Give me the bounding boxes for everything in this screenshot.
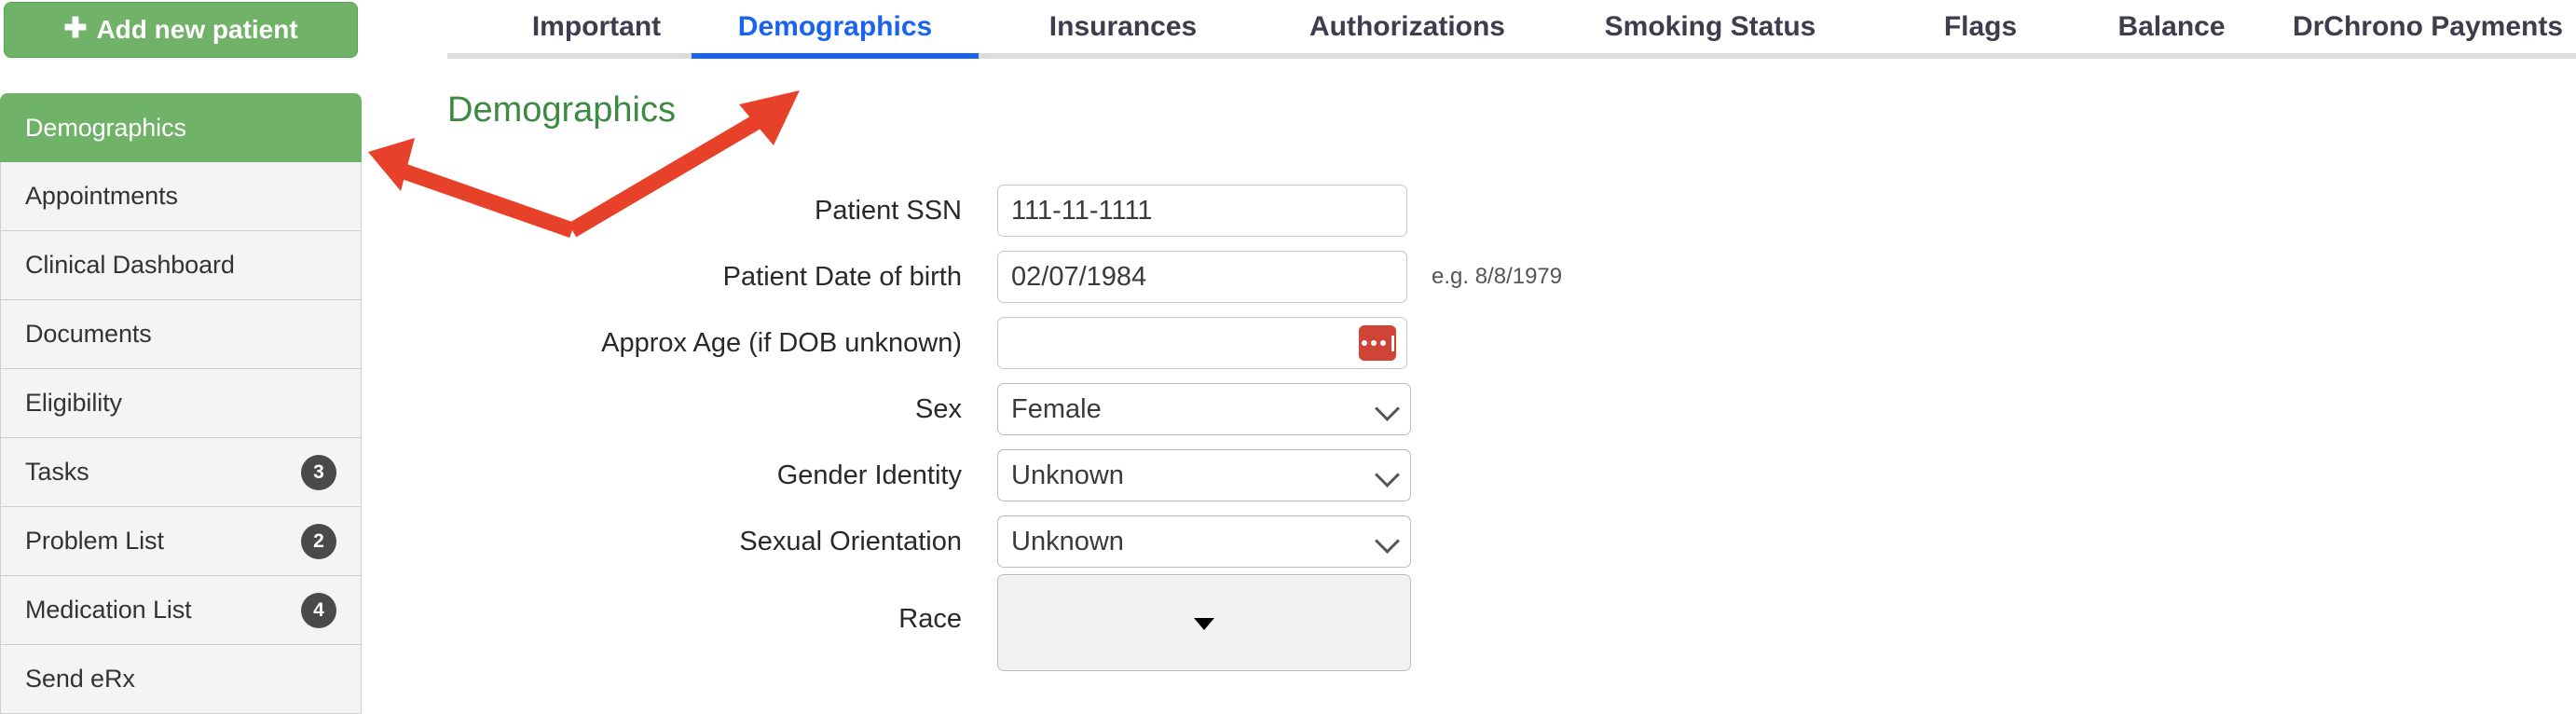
ssn-input[interactable] [997, 185, 1407, 237]
plus-icon: ✚ [63, 13, 88, 44]
ssn-label: Patient SSN [815, 195, 962, 226]
dob-control [997, 251, 1407, 303]
gender-identity-select[interactable]: Unknown [997, 449, 1411, 501]
lastpass-cursor-bar [1391, 335, 1394, 351]
form-row-sexual-orientation: Sexual Orientation Unknown [447, 508, 1566, 575]
sidebar-item-label: Clinical Dashboard [25, 251, 235, 279]
patient-tab-bar: Important Demographics Insurances Authoriza… [447, 0, 2576, 59]
sex-label: Sex [915, 393, 962, 424]
demographics-form-panel: Demographics Patient SSN Patient Date of… [447, 58, 2576, 692]
tab-flags[interactable]: Flags [1911, 0, 2050, 53]
sidebar-item-demographics[interactable]: Demographics [0, 93, 362, 162]
sidebar-item-appointments[interactable]: Appointments [0, 162, 362, 231]
sexual-orientation-select[interactable]: Unknown [997, 515, 1411, 568]
dob-label: Patient Date of birth [722, 261, 962, 292]
approx-age-label: Approx Age (if DOB unknown) [601, 327, 962, 358]
sex-control: Female [997, 383, 1411, 435]
sidebar-item-label: Appointments [25, 182, 178, 210]
sidebar-item-tasks[interactable]: Tasks 3 [0, 438, 362, 507]
form-row-ssn: Patient SSN [447, 177, 1566, 244]
add-new-patient-button[interactable]: ✚ Add new patient [4, 2, 358, 58]
gender-identity-label: Gender Identity [776, 460, 962, 490]
dob-input[interactable] [997, 251, 1407, 303]
sidebar-item-badge: 3 [301, 454, 336, 490]
approx-age-input[interactable] [997, 317, 1407, 369]
sidebar-item-label: Eligibility [25, 389, 122, 417]
tab-important[interactable]: Important [475, 0, 718, 53]
sexual-orientation-control: Unknown [997, 515, 1411, 568]
page-title: Demographics [447, 90, 676, 130]
form-row-gender-identity: Gender Identity Unknown [447, 442, 1566, 509]
tab-drchrono-payments[interactable]: DrChrono Payments [2283, 0, 2572, 53]
add-new-patient-label: Add new patient [96, 15, 298, 44]
tab-smoking-status[interactable]: Smoking Status [1566, 0, 1855, 53]
race-label: Race [898, 604, 962, 634]
form-row-approx-age: Approx Age (if DOB unknown) [447, 309, 1566, 377]
race-multiselect[interactable] [997, 574, 1411, 671]
left-sidebar: ✚ Add new patient Demographics Appointmen… [0, 0, 362, 714]
form-row-sex: Sex Female [447, 376, 1566, 443]
tab-demographics[interactable]: Demographics [692, 0, 979, 59]
sidebar-item-badge: 2 [301, 523, 336, 559]
lastpass-icon[interactable] [1359, 325, 1396, 361]
form-row-dob: Patient Date of birth e.g. 8/8/1979 [447, 243, 1566, 310]
race-control [997, 574, 1411, 671]
form-row-race: Race [447, 574, 1566, 677]
sidebar-item-problem-list[interactable]: Problem List 2 [0, 507, 362, 576]
dob-hint: e.g. 8/8/1979 [1432, 264, 1563, 289]
tab-authorizations[interactable]: Authorizations [1267, 0, 1547, 53]
sidebar-item-badge: 4 [301, 592, 336, 628]
tab-insurances[interactable]: Insurances [1007, 0, 1240, 53]
sidebar-item-documents[interactable]: Documents [0, 300, 362, 369]
sidebar-item-label: Send eRx [25, 665, 135, 693]
gender-identity-control: Unknown [997, 449, 1411, 501]
approx-age-control [997, 317, 1407, 369]
lastpass-dot-1 [1361, 340, 1367, 346]
sidebar-item-label: Tasks [25, 458, 89, 486]
lastpass-dot-2 [1370, 340, 1377, 346]
sidebar-item-label: Documents [25, 320, 152, 348]
sidebar-item-label: Demographics [25, 113, 186, 142]
sex-select[interactable]: Female [997, 383, 1411, 435]
sidebar-item-eligibility[interactable]: Eligibility [0, 369, 362, 438]
sidebar-item-label: Medication List [25, 596, 192, 624]
tab-balance[interactable]: Balance [2078, 0, 2265, 53]
sexual-orientation-label: Sexual Orientation [739, 526, 962, 556]
lastpass-dot-3 [1379, 340, 1386, 346]
ssn-control [997, 185, 1407, 237]
sidebar-item-label: Problem List [25, 527, 164, 555]
sidebar-nav-list: Demographics Appointments Clinical Dashboa… [0, 93, 362, 714]
sidebar-item-clinical-dashboard[interactable]: Clinical Dashboard [0, 231, 362, 300]
sidebar-item-send-erx[interactable]: Send eRx [0, 645, 362, 714]
caret-down-icon [1194, 618, 1214, 630]
sidebar-item-medication-list[interactable]: Medication List 4 [0, 576, 362, 645]
